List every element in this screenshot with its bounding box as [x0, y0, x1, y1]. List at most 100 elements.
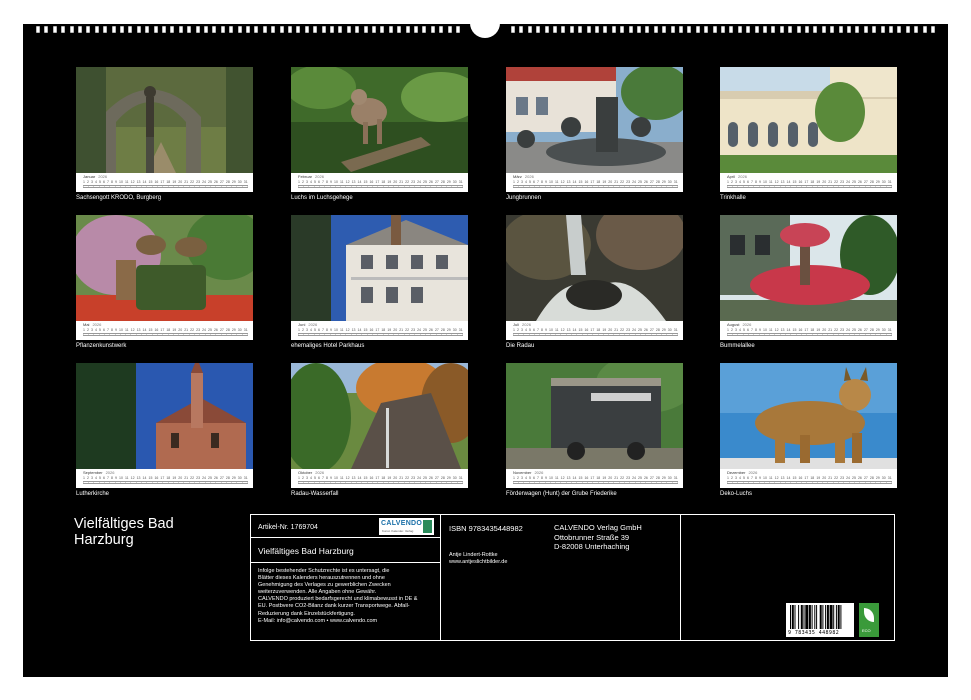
day-number: 13	[566, 328, 571, 332]
day-number: 20	[178, 328, 183, 332]
day-number: 29	[231, 476, 236, 480]
day-number: 6	[318, 180, 320, 184]
day-number: 7	[107, 328, 109, 332]
binding-ring	[830, 26, 835, 33]
day-number: 10	[334, 328, 338, 332]
day-number: 21	[184, 328, 189, 332]
day-number: 23	[196, 328, 201, 332]
day-number: 1	[727, 180, 729, 184]
binding-ring	[788, 26, 793, 33]
day-number: 5	[314, 328, 316, 332]
day-number: 5	[99, 328, 101, 332]
binding-ring	[111, 26, 116, 33]
day-number: 8	[326, 328, 328, 332]
day-number: 24	[202, 476, 206, 480]
day-number: 6	[318, 328, 320, 332]
binding-ring	[397, 26, 402, 33]
day-number: 3	[306, 180, 308, 184]
day-number: 14	[357, 328, 362, 332]
binding-ring	[187, 26, 192, 33]
day-numbers: 1 2 3 4 5 6 7 8 9 10 11 12 13 14 15 16 17 18 19 20 21 22 23 24 2…	[727, 180, 892, 184]
day-number: 19	[387, 328, 392, 332]
day-number: 6	[103, 180, 105, 184]
author-website: www.antjeslichtbilder.de	[449, 559, 508, 565]
day-number: 10	[549, 180, 553, 184]
day-grid	[83, 185, 248, 188]
day-number: 1	[298, 180, 300, 184]
eco-label: ECO	[859, 603, 879, 637]
day-number: 31	[673, 180, 678, 184]
binding-ring	[288, 26, 292, 33]
day-number: 22	[405, 476, 410, 480]
divider	[440, 515, 441, 640]
day-number: 25	[638, 476, 642, 480]
day-number: 2	[517, 328, 519, 332]
day-number: 4	[739, 328, 741, 332]
day-number: 16	[584, 476, 589, 480]
day-number: 21	[828, 328, 833, 332]
day-number: 16	[798, 328, 803, 332]
day-number: 23	[411, 328, 416, 332]
day-number: 9	[330, 180, 332, 184]
day-number: 9	[115, 328, 117, 332]
legal-line: Infolge bestehender Schutzrechte ist es …	[258, 568, 390, 574]
binding-ring	[889, 26, 893, 33]
day-number: 18	[381, 328, 386, 332]
day-number: 21	[399, 328, 404, 332]
day-number: 31	[243, 476, 248, 480]
day-number: 30	[452, 328, 457, 332]
photo-caption: Pflanzenkunstwerk	[76, 343, 127, 349]
day-number: 15	[792, 476, 797, 480]
day-number: 23	[196, 180, 201, 184]
day-number: 11	[768, 180, 773, 184]
binding-ring	[279, 26, 284, 33]
binding-ring	[611, 26, 616, 33]
binding-ring	[296, 26, 301, 33]
day-number: 15	[148, 180, 153, 184]
day-number: 3	[91, 328, 93, 332]
binding-ring	[422, 26, 427, 33]
day-number: 14	[786, 180, 791, 184]
month-calendar-grid: Oktober 2026 1 2 3 4 5 6 7 8 9 10 11 12 13 14 15 16 17 18 19…	[291, 469, 468, 488]
day-number: 22	[834, 328, 839, 332]
day-number: 28	[225, 180, 230, 184]
day-number: 8	[326, 180, 328, 184]
day-number: 22	[405, 328, 410, 332]
binding-ring	[229, 26, 234, 33]
day-number: 3	[91, 476, 93, 480]
day-number: 20	[393, 476, 398, 480]
spiral-binding	[0, 26, 971, 34]
month-name: November 2026	[513, 470, 544, 475]
day-number: 9	[759, 476, 761, 480]
legal-line: Reduzierung dank Einzelstückfertigung.	[258, 610, 355, 617]
day-number: 2	[731, 180, 733, 184]
month-photo	[291, 67, 468, 173]
binding-ring	[704, 26, 709, 33]
binding-ring	[69, 26, 74, 33]
binding-ring	[603, 26, 608, 33]
binding-ring	[821, 26, 826, 33]
legal-line: Genehmigung des Verlages zu gewerblichen…	[258, 582, 391, 589]
day-number: 28	[869, 328, 874, 332]
month-photo	[720, 215, 897, 321]
day-number: 8	[541, 328, 543, 332]
calvendo-logo: CALVENDO Kunst. Kalender. Verlag	[379, 518, 434, 535]
day-number: 15	[578, 328, 583, 332]
day-numbers: 1 2 3 4 5 6 7 8 9 10 11 12 13 14 15 16 17 18 19 20 21 22 23 24 2…	[298, 476, 463, 480]
day-number: 12	[560, 476, 565, 480]
day-number: 2	[731, 328, 733, 332]
day-number: 4	[525, 328, 527, 332]
day-number: 13	[351, 476, 356, 480]
day-number: 14	[142, 328, 147, 332]
month-calendar-grid: Juni 2026 1 2 3 4 5 6 7 8 9 10 11 12 13 14 15 16 17 18 19 20 2…	[291, 321, 468, 340]
day-number: 28	[440, 180, 445, 184]
logo-mark-icon	[423, 520, 432, 533]
binding-ring	[737, 26, 742, 33]
day-number: 22	[405, 180, 410, 184]
day-number: 30	[881, 476, 886, 480]
leaf-icon	[864, 608, 874, 622]
day-number: 2	[87, 180, 89, 184]
publisher-line: D-82008 Unterhaching	[554, 542, 630, 551]
logo-wordmark: CALVENDO	[381, 520, 423, 527]
publisher-address: CALVENDO Verlag GmbH Ottobrunner Straße 3…	[554, 523, 642, 552]
